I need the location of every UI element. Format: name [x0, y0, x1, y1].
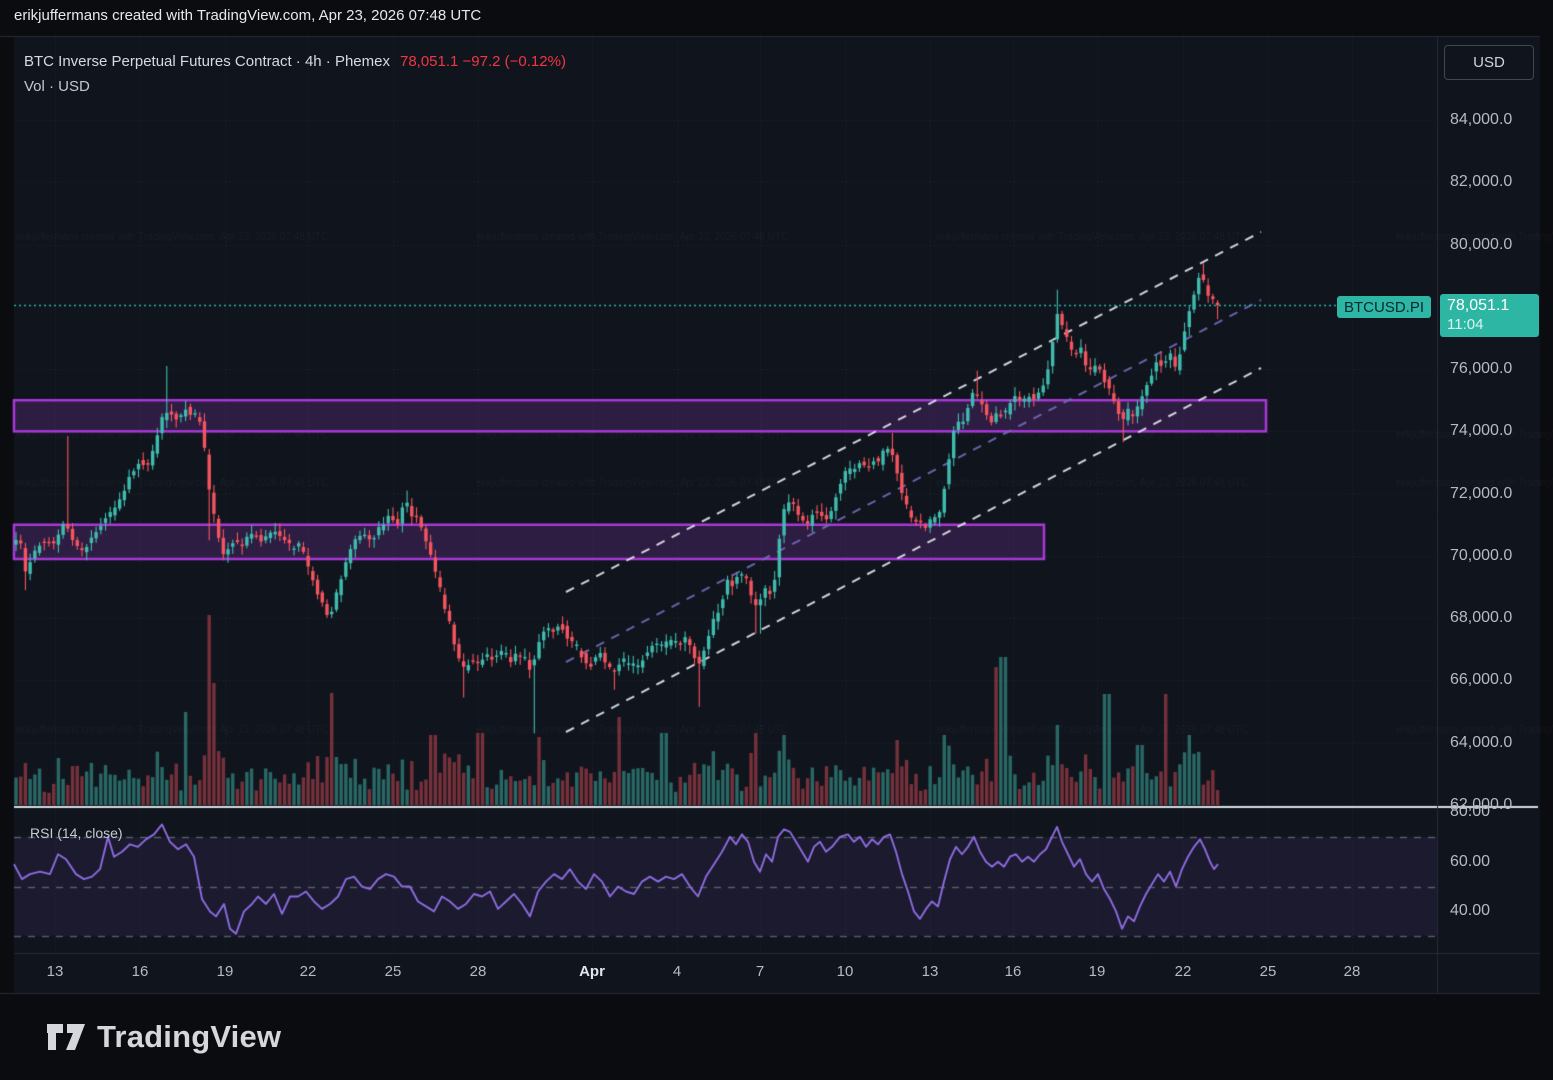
- last-price-axis-badge: 78,051.1 11:04: [1440, 294, 1539, 337]
- symbol-title: BTC Inverse Perpetual Futures Contract ·…: [24, 53, 390, 70]
- x-axis-label: 25: [385, 963, 402, 980]
- volume-legend[interactable]: Vol · USD: [24, 78, 90, 95]
- x-axis-label: 13: [47, 963, 64, 980]
- tradingview-logo-icon: [46, 1022, 86, 1052]
- tradingview-chart-page: erikjuffermans created with TradingView.…: [0, 0, 1553, 1080]
- tradingview-logo[interactable]: TradingView: [46, 1019, 281, 1055]
- y-axis-label: 66,000.0: [1450, 671, 1512, 689]
- tradingview-logo-text: TradingView: [97, 1019, 281, 1055]
- x-axis-label: 16: [132, 963, 149, 980]
- y-axis-label: 64,000.0: [1450, 734, 1512, 752]
- x-axis-label: 22: [1175, 963, 1192, 980]
- y-axis-label: 82,000.0: [1450, 173, 1512, 191]
- symbol-legend[interactable]: BTC Inverse Perpetual Futures Contract ·…: [24, 53, 566, 70]
- x-axis-label: 28: [470, 963, 487, 980]
- x-axis-label: 28: [1344, 963, 1361, 980]
- x-axis-label: 7: [756, 963, 764, 980]
- x-axis-label: Apr: [579, 963, 605, 980]
- currency-usd-button[interactable]: USD: [1444, 45, 1534, 80]
- countdown-timer: 11:04: [1447, 315, 1539, 334]
- symbol-price-label-badge: BTCUSD.PI: [1337, 296, 1431, 318]
- x-axis-label: 13: [922, 963, 939, 980]
- x-axis-label: 10: [837, 963, 854, 980]
- last-price-change: 78,051.1 −97.2 (−0.12%): [400, 53, 566, 70]
- y-axis-label: 84,000.0: [1450, 111, 1512, 129]
- x-axis-label: 22: [300, 963, 317, 980]
- x-axis-label: 19: [1089, 963, 1106, 980]
- y-axis-label: 76,000.0: [1450, 360, 1512, 378]
- y-axis-label: 68,000.0: [1450, 609, 1512, 627]
- y-axis-label: 72,000.0: [1450, 485, 1512, 503]
- rsi-axis-label: 80.00: [1450, 803, 1490, 821]
- y-axis-label: 80,000.0: [1450, 236, 1512, 254]
- price-chart-canvas[interactable]: [0, 0, 1553, 1080]
- y-axis-label: 70,000.0: [1450, 547, 1512, 565]
- x-axis-label: 19: [217, 963, 234, 980]
- x-axis-label: 25: [1260, 963, 1277, 980]
- rsi-indicator-legend[interactable]: RSI (14, close): [30, 825, 123, 841]
- x-axis-label: 4: [673, 963, 681, 980]
- attribution-text: erikjuffermans created with TradingView.…: [14, 7, 481, 24]
- x-axis-label: 16: [1005, 963, 1022, 980]
- rsi-axis-label: 40.00: [1450, 902, 1490, 920]
- rsi-axis-label: 60.00: [1450, 853, 1490, 871]
- last-price-value: 78,051.1: [1447, 296, 1539, 315]
- y-axis-label: 74,000.0: [1450, 422, 1512, 440]
